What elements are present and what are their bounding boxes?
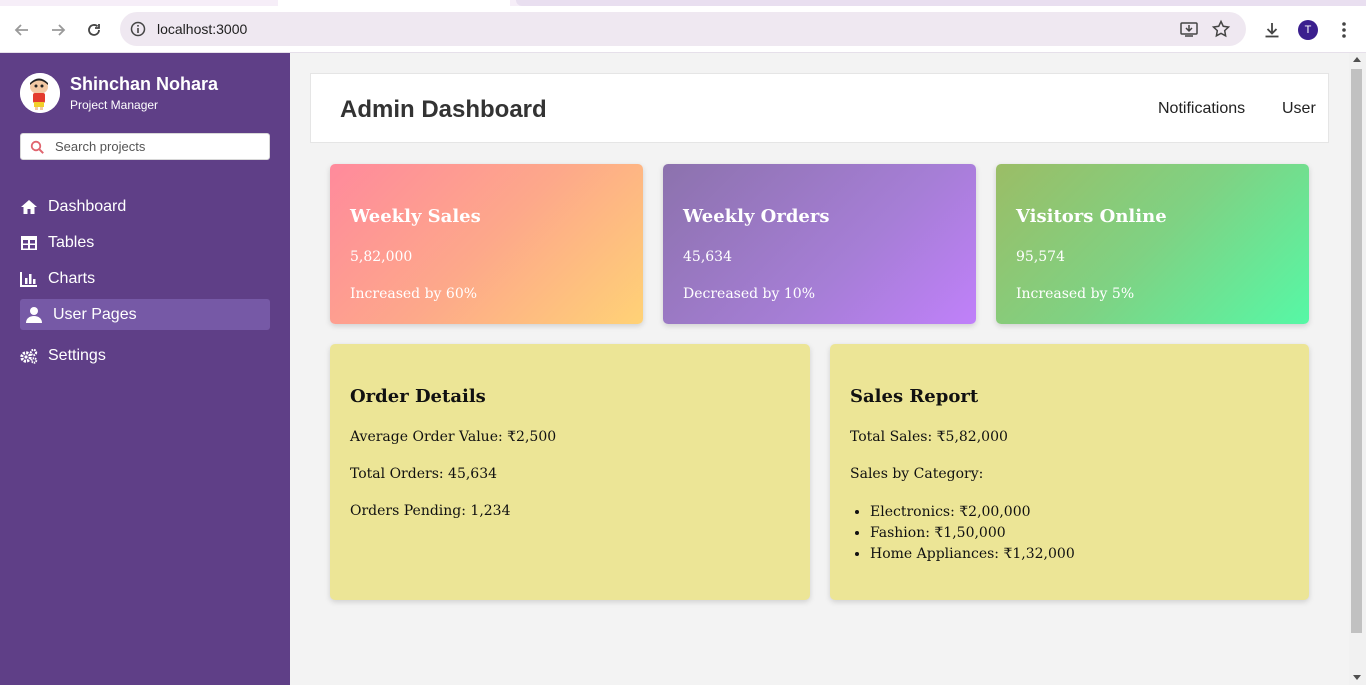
card-value: 95,574 bbox=[1016, 249, 1065, 265]
sidebar-item-label: User Pages bbox=[53, 305, 137, 323]
sales-by-category-label: Sales by Category: bbox=[850, 466, 984, 482]
back-arrow-icon bbox=[14, 24, 28, 36]
sidebar: Shinchan Nohara Project Manager Dashboar… bbox=[0, 53, 290, 685]
user-role: Project Manager bbox=[70, 98, 159, 112]
sidebar-item-label: Charts bbox=[48, 269, 96, 287]
browser-menu-button[interactable] bbox=[1330, 16, 1358, 44]
scroll-up-icon[interactable] bbox=[1353, 57, 1361, 62]
user-icon bbox=[25, 306, 43, 324]
notifications-link[interactable]: Notifications bbox=[1158, 100, 1245, 118]
home-icon bbox=[20, 198, 38, 216]
card-value: 5,82,000 bbox=[350, 249, 413, 265]
page-title: Admin Dashboard bbox=[340, 96, 547, 123]
cartoon-avatar-icon bbox=[20, 73, 60, 113]
reload-icon bbox=[88, 24, 100, 36]
scroll-thumb[interactable] bbox=[1351, 69, 1362, 633]
sidebar-item-tables[interactable]: Tables bbox=[20, 227, 270, 258]
sidebar-item-settings[interactable]: Settings bbox=[20, 340, 270, 371]
profile-block: Shinchan Nohara Project Manager bbox=[20, 73, 218, 113]
card-note: Decreased by 10% bbox=[683, 286, 815, 302]
list-item: Fashion: ₹1,50,000 bbox=[870, 523, 1075, 544]
bar-chart-icon bbox=[20, 270, 38, 288]
bookmark-star-icon[interactable] bbox=[1211, 19, 1231, 44]
card-title: Weekly Orders bbox=[683, 206, 830, 227]
search-input[interactable] bbox=[55, 136, 260, 157]
site-info-icon[interactable] bbox=[130, 21, 146, 42]
weekly-sales-card: Weekly Sales 5,82,000 Increased by 60% bbox=[330, 164, 643, 324]
card-note: Increased by 5% bbox=[1016, 286, 1135, 302]
user-name: Shinchan Nohara bbox=[70, 74, 219, 94]
sales-report-panel: Sales Report Total Sales: ₹5,82,000 Sale… bbox=[830, 344, 1309, 600]
sidebar-item-user-pages[interactable]: User Pages bbox=[20, 299, 270, 330]
category-list: Electronics: ₹2,00,000 Fashion: ₹1,50,00… bbox=[870, 502, 1075, 565]
kebab-menu-icon bbox=[1342, 22, 1346, 38]
forward-arrow-icon bbox=[52, 24, 66, 36]
panel-title: Order Details bbox=[350, 386, 486, 407]
sidebar-item-label: Settings bbox=[48, 346, 106, 364]
sidebar-item-label: Tables bbox=[48, 233, 95, 251]
downloads-button[interactable] bbox=[1258, 16, 1286, 44]
profile-avatar: T bbox=[1298, 20, 1318, 40]
total-orders: Total Orders: 45,634 bbox=[350, 466, 498, 482]
back-button[interactable] bbox=[8, 16, 36, 44]
profile-button[interactable]: T bbox=[1294, 16, 1322, 44]
forward-button[interactable] bbox=[44, 16, 72, 44]
card-title: Visitors Online bbox=[1016, 206, 1167, 227]
scroll-down-icon[interactable] bbox=[1353, 675, 1361, 680]
top-header: Admin Dashboard Notifications User bbox=[310, 73, 1329, 143]
card-title: Weekly Sales bbox=[350, 206, 481, 227]
gears-icon bbox=[20, 347, 38, 365]
card-value: 45,634 bbox=[683, 249, 732, 265]
card-note: Increased by 60% bbox=[350, 286, 478, 302]
visitors-online-card: Visitors Online 95,574 Increased by 5% bbox=[996, 164, 1309, 324]
table-icon bbox=[20, 234, 38, 252]
url-text[interactable]: localhost:3000 bbox=[157, 21, 247, 37]
address-bar[interactable]: localhost:3000 bbox=[120, 12, 1246, 46]
sidebar-item-dashboard[interactable]: Dashboard bbox=[20, 191, 270, 222]
order-details-panel: Order Details Average Order Value: ₹2,50… bbox=[330, 344, 810, 600]
panel-title: Sales Report bbox=[850, 386, 979, 407]
page-scrollbar[interactable] bbox=[1349, 53, 1366, 685]
orders-pending: Orders Pending: 1,234 bbox=[350, 503, 511, 519]
search-icon bbox=[30, 140, 45, 160]
list-item: Home Appliances: ₹1,32,000 bbox=[870, 544, 1075, 565]
list-item: Electronics: ₹2,00,000 bbox=[870, 502, 1075, 523]
total-sales: Total Sales: ₹5,82,000 bbox=[850, 429, 1008, 445]
install-app-icon[interactable] bbox=[1179, 19, 1199, 44]
download-icon bbox=[1265, 23, 1279, 38]
avatar bbox=[20, 73, 60, 113]
reload-button[interactable] bbox=[80, 16, 108, 44]
browser-toolbar: localhost:3000 T bbox=[0, 6, 1366, 53]
average-order-value: Average Order Value: ₹2,500 bbox=[350, 429, 557, 445]
search-box bbox=[20, 133, 270, 160]
sidebar-item-label: Dashboard bbox=[48, 197, 127, 215]
sidebar-nav: Dashboard Tables Charts User Pages Setti… bbox=[20, 191, 270, 376]
sidebar-item-charts[interactable]: Charts bbox=[20, 263, 270, 294]
user-link[interactable]: User bbox=[1282, 100, 1316, 118]
weekly-orders-card: Weekly Orders 45,634 Decreased by 10% bbox=[663, 164, 976, 324]
